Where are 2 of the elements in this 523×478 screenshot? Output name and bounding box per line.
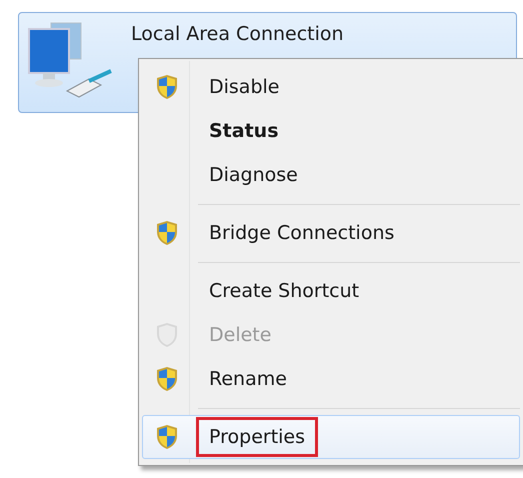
connection-name: Local Area Connection <box>131 22 344 47</box>
annotation-highlight: Properties <box>199 420 316 454</box>
